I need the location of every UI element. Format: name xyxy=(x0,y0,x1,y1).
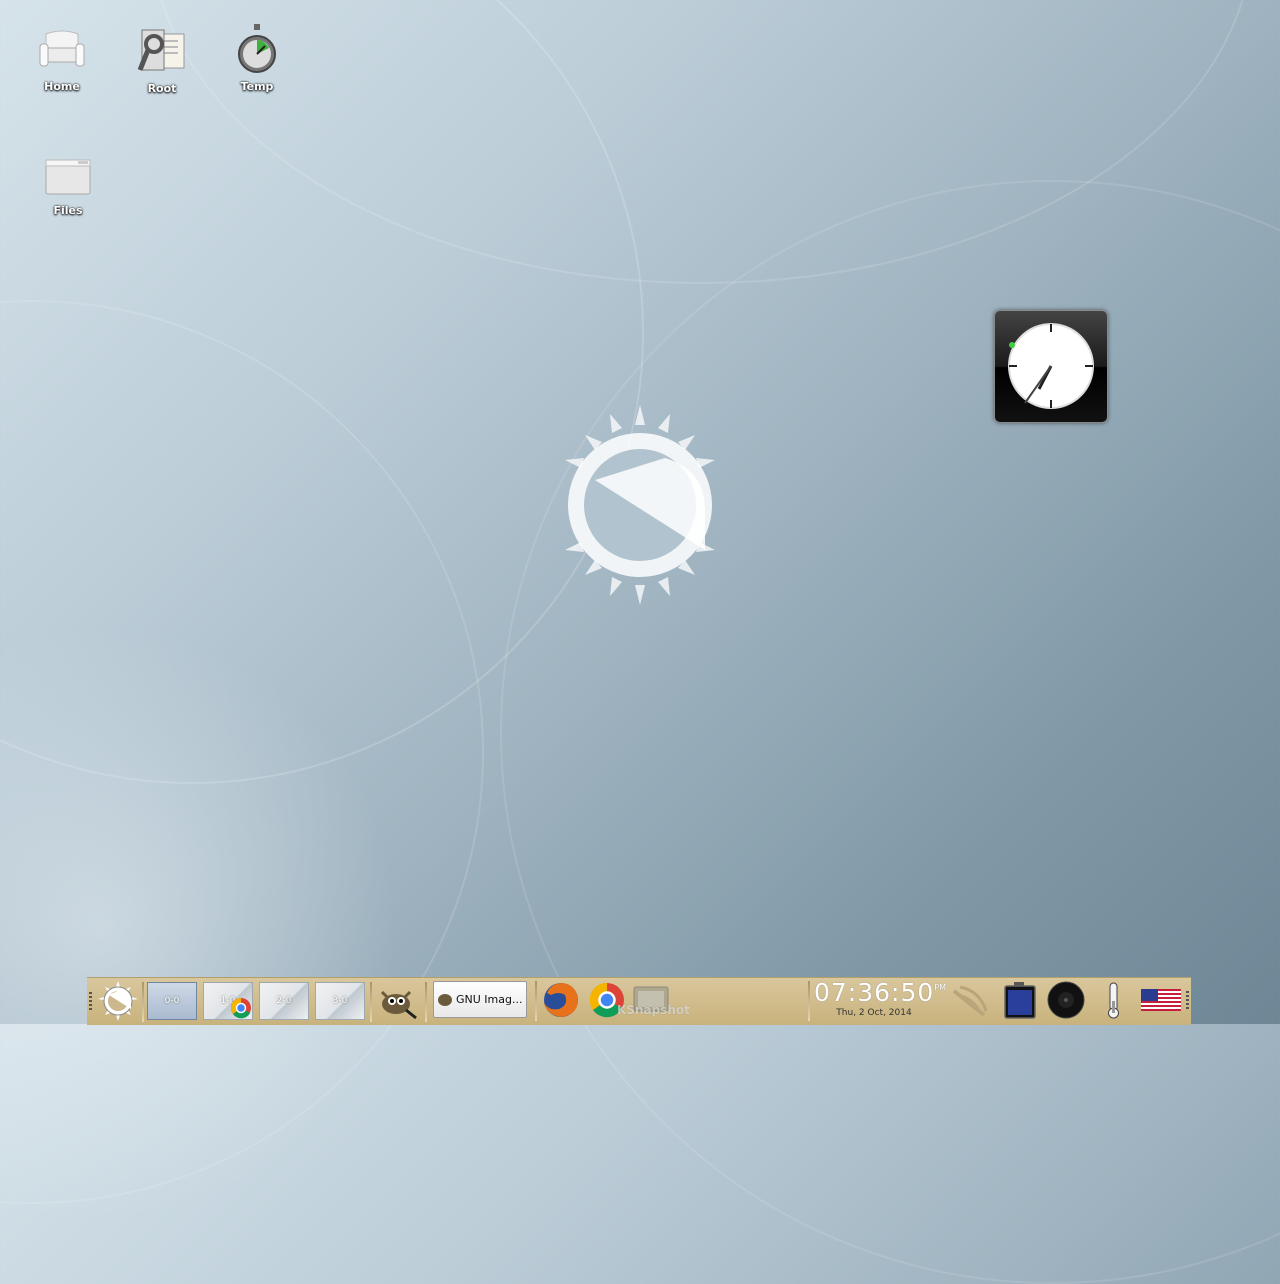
analog-clock-gadget[interactable] xyxy=(994,310,1108,423)
gimp-icon[interactable] xyxy=(378,982,418,1020)
launcher-hover-label: KSnapshot xyxy=(617,1003,690,1017)
taskbar-item-label: GNU Imag... xyxy=(456,993,523,1006)
taskbar-item-gimp[interactable]: GNU Imag... xyxy=(433,981,527,1018)
desktop-icon-temp[interactable]: Temp xyxy=(222,22,292,93)
desktop-icon-root[interactable]: Root xyxy=(127,24,197,95)
temperature-icon[interactable] xyxy=(1095,981,1135,1019)
desktop-icon-home[interactable]: Home xyxy=(27,22,97,93)
mixer-icon[interactable] xyxy=(1046,981,1086,1019)
pager-desk-1-0[interactable]: 1-0 xyxy=(203,982,253,1020)
digital-clock-time[interactable]: 07:36:50PM xyxy=(814,978,947,1007)
digital-clock-digits: 07:36:50 xyxy=(814,978,935,1007)
start-menu-icon[interactable] xyxy=(97,981,139,1021)
pager-desk-label: 2-0 xyxy=(276,996,292,1006)
battery-icon[interactable] xyxy=(1000,981,1040,1019)
digital-clock-ampm: PM xyxy=(934,983,947,992)
clock-face-icon xyxy=(1008,323,1094,409)
root-tools-icon xyxy=(134,24,190,80)
desktop-icon-label: Temp xyxy=(240,80,274,93)
pager-desk-0-0[interactable]: 0-0 xyxy=(147,982,197,1020)
desktop-icon-label: Files xyxy=(53,204,83,217)
armchair-icon xyxy=(34,22,90,78)
firefox-icon[interactable] xyxy=(541,981,581,1019)
desktop-icon-files[interactable]: Files xyxy=(33,146,103,217)
desktop-icon-label: Root xyxy=(147,82,177,95)
gimp-small-icon xyxy=(438,993,452,1006)
pager-desk-label: 3-0 xyxy=(332,996,348,1006)
shelf-grip-left[interactable] xyxy=(89,992,92,1010)
folder-icon xyxy=(40,146,96,202)
digital-clock-date: Thu, 2 Oct, 2014 xyxy=(836,1008,912,1018)
pager-desk-label: 0-0 xyxy=(164,996,180,1006)
us-flag-icon[interactable] xyxy=(1140,981,1181,1019)
enlightenment-logo xyxy=(555,400,725,610)
desktop-icon-label: Home xyxy=(44,80,80,93)
wifi-icon[interactable] xyxy=(950,981,990,1019)
stopwatch-icon xyxy=(229,22,285,78)
pager-desk-2-0[interactable]: 2-0 xyxy=(259,982,309,1020)
shelf-grip-right[interactable] xyxy=(1186,991,1189,1009)
pager-desk-3-0[interactable]: 3-0 xyxy=(315,982,365,1020)
chrome-mini-icon xyxy=(231,998,251,1019)
